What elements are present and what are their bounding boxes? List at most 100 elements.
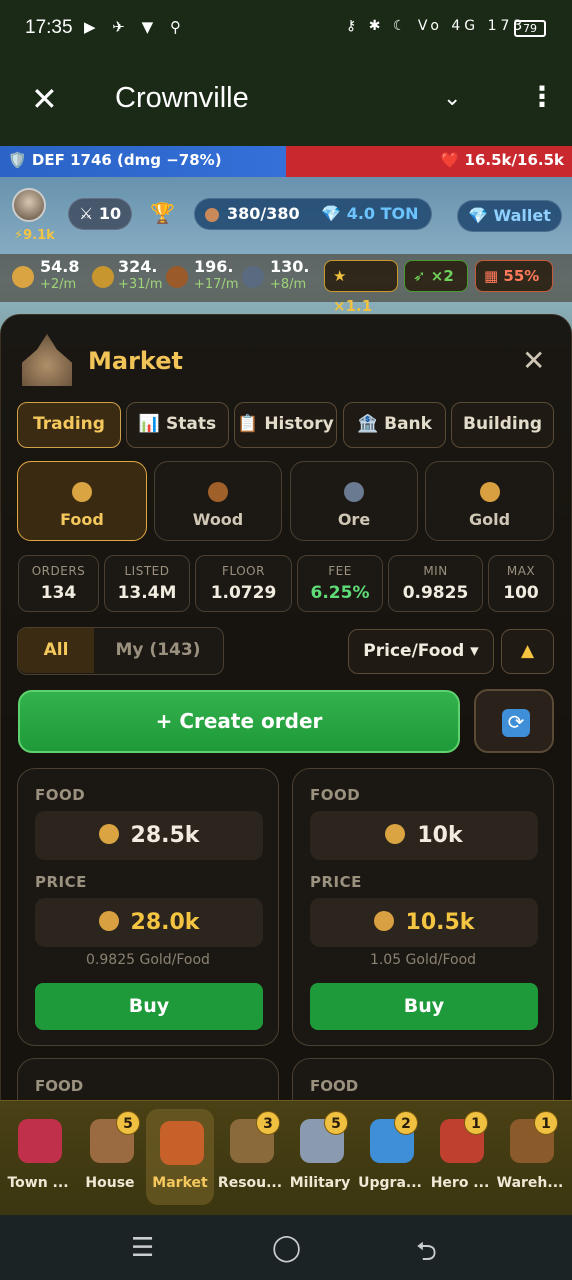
- sort-select[interactable]: Price/Food ▾: [348, 629, 494, 674]
- nav-item-military[interactable]: 5 Military: [286, 1101, 354, 1211]
- nav-badge: 2: [394, 1111, 418, 1135]
- food-icon: [92, 266, 114, 288]
- order-price: 10.5k: [310, 898, 538, 947]
- order-resource-label: FOOD: [310, 786, 361, 804]
- refresh-button[interactable]: ⟳: [474, 689, 554, 753]
- stat-value: 6.25%: [310, 583, 370, 603]
- stat-floor: FLOOR 1.0729: [195, 555, 292, 612]
- stat-value: 13.4M: [117, 583, 177, 603]
- system-status-icons: ⚷ ✱ ☾ Vo 4G 173: [346, 18, 527, 34]
- tab-history[interactable]: 📋 History: [234, 402, 337, 448]
- tab-bank[interactable]: 🏦 Bank: [343, 402, 446, 448]
- level-pill[interactable]: ⚔ 10: [68, 198, 133, 230]
- food-icon: [98, 824, 119, 844]
- nav-item-town[interactable]: Town ...: [4, 1101, 72, 1211]
- wallet-button[interactable]: 💎 Wallet: [457, 200, 562, 232]
- ore-icon: [242, 266, 264, 288]
- resource-rate: +17/m: [194, 277, 238, 292]
- boost-speed[interactable]: ➶ ×2: [404, 260, 468, 292]
- resource-tab-ore[interactable]: Ore: [290, 461, 418, 541]
- resource-value: 54.8: [40, 257, 80, 276]
- wood-icon: [166, 266, 188, 288]
- nav-item-warehouse[interactable]: 1 Wareh...: [496, 1101, 564, 1211]
- ore-icon: [344, 482, 364, 502]
- close-icon[interactable]: ✕: [522, 344, 545, 377]
- resource-tab-label: Food: [60, 510, 104, 529]
- nav-item-house[interactable]: 5 House: [76, 1101, 144, 1211]
- nav-badge: 1: [464, 1111, 488, 1135]
- system-nav-bar: ☰ ◯ ⮌: [0, 1215, 572, 1280]
- nav-item-upgrades[interactable]: 2 Upgra...: [356, 1101, 424, 1211]
- nav-label: House: [85, 1175, 135, 1191]
- health-label: ❤️ 16.5k/16.5k: [440, 151, 564, 169]
- resource-tab-food[interactable]: Food: [17, 461, 147, 541]
- nav-item-resources[interactable]: 3 Resou...: [216, 1101, 284, 1211]
- chevron-down-icon[interactable]: ⌄: [443, 86, 461, 111]
- nav-badge: 1: [534, 1111, 558, 1135]
- resource-tab-wood[interactable]: Wood: [154, 461, 282, 541]
- defense-health-bar: 🛡️ DEF 1746 (dmg −78%) ❤️ 16.5k/16.5k: [0, 146, 572, 177]
- order-resource-label: FOOD: [35, 1077, 84, 1095]
- trophy-icon[interactable]: 🏆: [150, 201, 175, 225]
- filter-all-button[interactable]: All: [18, 628, 94, 673]
- order-amount: 28.5k: [35, 811, 263, 860]
- stat-fee: FEE 6.25%: [297, 555, 383, 612]
- close-icon[interactable]: ✕: [31, 80, 58, 118]
- order-rate: 0.9825 Gold/Food: [86, 952, 210, 968]
- energy-ton-pill[interactable]: 380/380 💎 4.0 TON: [194, 198, 432, 230]
- nav-label: Market: [152, 1175, 208, 1191]
- resource-tab-label: Ore: [337, 510, 371, 529]
- buy-button[interactable]: Buy: [35, 983, 263, 1030]
- stat-key: ORDERS: [31, 564, 86, 578]
- nav-item-hero[interactable]: 1 Hero ...: [426, 1101, 494, 1211]
- stat-listed: LISTED 13.4M: [104, 555, 190, 612]
- gold-coin-icon: [479, 482, 500, 502]
- market-bag-icon: [160, 1121, 204, 1165]
- boost-multiplier[interactable]: ★ ×1.1: [324, 260, 398, 315]
- stat-value: 100: [503, 583, 539, 603]
- order-price: 28.0k: [35, 898, 263, 947]
- gold-coin-icon: [12, 266, 34, 288]
- resource-tab-gold[interactable]: Gold: [425, 461, 554, 541]
- browser-title-bar: ✕ Crownville ⌄ ⋮: [0, 58, 572, 146]
- tab-trading[interactable]: Trading: [17, 402, 121, 448]
- avatar[interactable]: [12, 188, 46, 222]
- nav-label: Upgra...: [358, 1175, 422, 1191]
- more-menu-icon[interactable]: ⋮: [528, 80, 556, 113]
- energy-icon: [205, 207, 219, 222]
- order-price-value: 10.5k: [405, 910, 475, 935]
- tab-stats[interactable]: 📊 Stats: [126, 402, 229, 448]
- resource-food: 324. +31/m: [118, 258, 162, 294]
- hero-row: ⚡9.1k ⚔ 10 🏆 380/380 💎 4.0 TON 💎 Wallet: [0, 182, 572, 246]
- nav-label: Resou...: [217, 1175, 283, 1191]
- nav-badge: 3: [256, 1111, 280, 1135]
- back-icon[interactable]: ⮌: [416, 1233, 437, 1277]
- buy-button[interactable]: Buy: [310, 983, 538, 1030]
- nav-item-market[interactable]: Market: [146, 1109, 214, 1205]
- food-icon: [385, 824, 406, 844]
- recent-apps-icon[interactable]: ☰: [131, 1233, 154, 1263]
- nav-label: Town ...: [7, 1175, 69, 1191]
- resource-value: 130.: [270, 258, 310, 276]
- resource-tab-label: Gold: [468, 510, 511, 529]
- filter-my-button[interactable]: My (143): [94, 628, 222, 673]
- order-price-value: 28.0k: [130, 910, 200, 935]
- resource-rate: +2/m: [40, 277, 77, 292]
- resource-tab-label: Wood: [192, 510, 244, 529]
- page-title: Crownville: [115, 82, 249, 114]
- stat-key: FLOOR: [222, 564, 265, 578]
- tab-building[interactable]: Building: [451, 402, 554, 448]
- resource-ore: 130. +8/m: [270, 258, 316, 294]
- defense-label: 🛡️ DEF 1746 (dmg −78%): [8, 151, 222, 169]
- gold-coin-icon: [373, 911, 394, 931]
- order-filter: All My (143): [17, 627, 224, 675]
- boost-storage[interactable]: ▦ 55%: [475, 260, 553, 292]
- home-icon[interactable]: ◯: [272, 1233, 301, 1263]
- resource-value: 324.: [118, 258, 158, 276]
- resource-value: 196.: [194, 258, 234, 276]
- create-order-button[interactable]: + Create order: [18, 690, 460, 753]
- sort-direction-button[interactable]: ▲: [501, 629, 554, 674]
- crown-icon: [18, 1119, 62, 1163]
- wood-icon: [208, 482, 228, 502]
- energy-value: 380/380: [227, 204, 300, 223]
